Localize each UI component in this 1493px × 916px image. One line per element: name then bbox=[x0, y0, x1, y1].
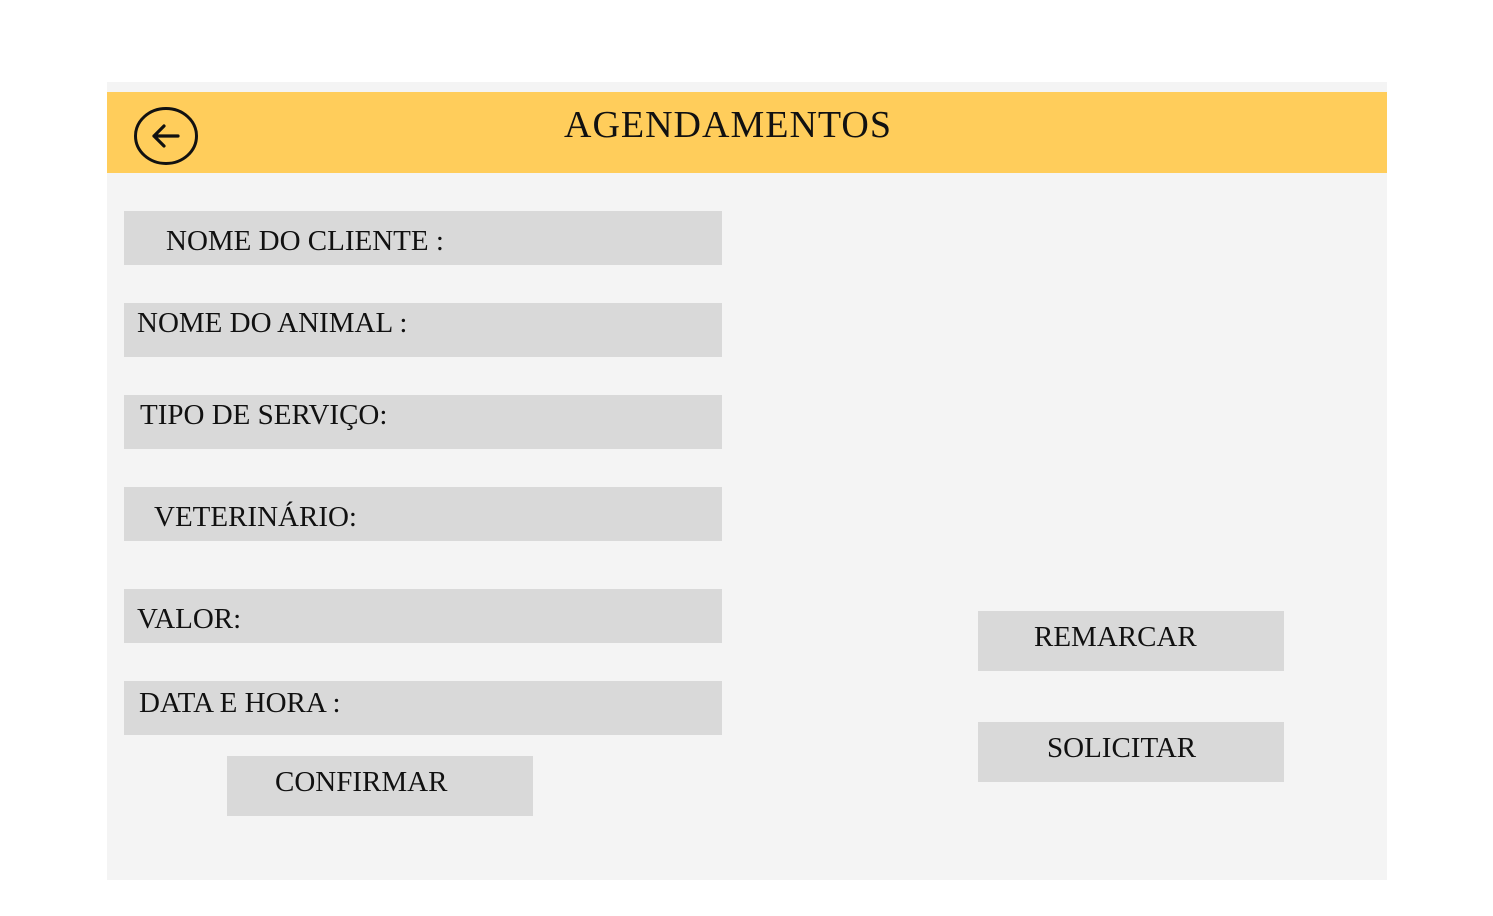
header-bar: AGENDAMENTOS bbox=[107, 92, 1387, 173]
veterinarian-label: VETERINÁRIO: bbox=[154, 501, 357, 533]
client-name-field[interactable]: NOME DO CLIENTE : bbox=[124, 211, 722, 265]
page-title: AGENDAMENTOS bbox=[564, 104, 892, 146]
veterinarian-field[interactable]: VETERINÁRIO: bbox=[124, 487, 722, 541]
reschedule-button[interactable]: REMARCAR bbox=[978, 611, 1284, 671]
client-name-label: NOME DO CLIENTE : bbox=[166, 225, 444, 257]
animal-name-label: NOME DO ANIMAL : bbox=[137, 307, 408, 339]
service-type-label: TIPO DE SERVIÇO: bbox=[140, 399, 388, 431]
value-label: VALOR: bbox=[137, 603, 242, 635]
value-field[interactable]: VALOR: bbox=[124, 589, 722, 643]
confirm-button[interactable]: CONFIRMAR bbox=[227, 756, 533, 816]
animal-name-field[interactable]: NOME DO ANIMAL : bbox=[124, 303, 722, 357]
request-button-label: SOLICITAR bbox=[1047, 732, 1197, 764]
service-type-field[interactable]: TIPO DE SERVIÇO: bbox=[124, 395, 722, 449]
date-time-label: DATA E HORA : bbox=[139, 687, 341, 719]
request-button[interactable]: SOLICITAR bbox=[978, 722, 1284, 782]
confirm-button-label: CONFIRMAR bbox=[275, 766, 448, 798]
reschedule-button-label: REMARCAR bbox=[1034, 621, 1197, 653]
scheduling-panel: AGENDAMENTOS NOME DO CLIENTE : NOME DO A… bbox=[107, 82, 1387, 880]
date-time-field[interactable]: DATA E HORA : bbox=[124, 681, 722, 735]
